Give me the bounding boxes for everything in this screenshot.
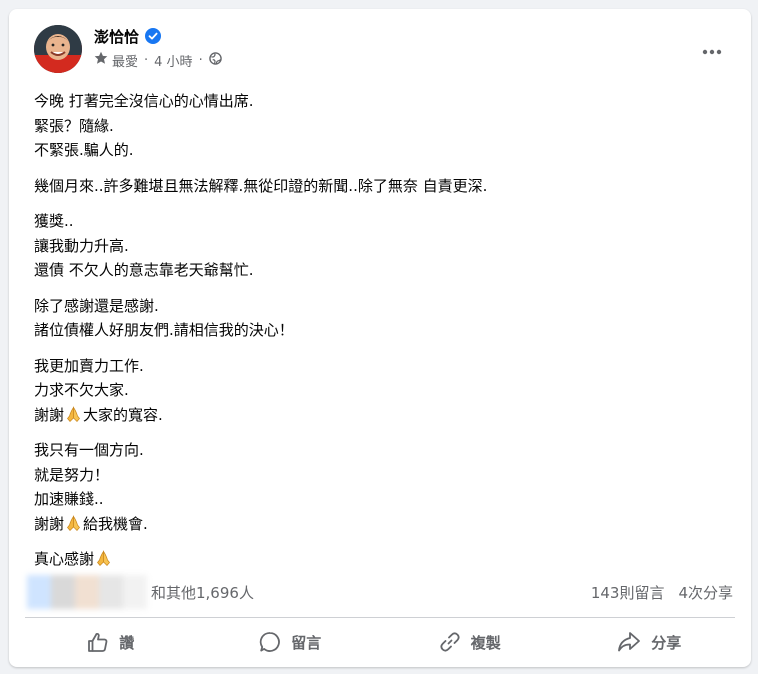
- folded-hands-emoji-icon: [65, 405, 82, 423]
- reaction-icons-blurred[interactable]: [27, 575, 147, 609]
- text-fragment: 謝謝: [34, 514, 65, 533]
- paragraph-1: 今晚 打著完全沒信心的心情出席. 緊張？隨緣. 不緊張.騙人的.: [34, 89, 731, 163]
- post-header: 澎恰恰 最愛 · 4 小時 ·: [9, 9, 751, 89]
- globe-icon[interactable]: [208, 51, 222, 69]
- like-button[interactable]: 讚: [21, 622, 201, 662]
- verified-badge-icon: [145, 28, 162, 44]
- meta-separator: ·: [144, 52, 149, 68]
- folded-hands-emoji-icon: [65, 514, 82, 532]
- folded-hands-emoji-icon: [95, 550, 112, 567]
- text-line: 加速賺錢..: [34, 490, 104, 508]
- shares-count[interactable]: 4次分享: [678, 582, 733, 603]
- more-dots-icon: [702, 40, 722, 59]
- divider: [25, 617, 735, 618]
- copy-label: 複製: [470, 633, 501, 652]
- like-label: 讚: [119, 633, 135, 652]
- engagement-stats: 和其他1,696人 143則留言 4次分享: [27, 575, 733, 609]
- author-avatar[interactable]: [34, 25, 82, 73]
- comments-count[interactable]: 143則留言: [591, 582, 665, 603]
- link-icon: [439, 631, 461, 653]
- paragraph-7: 真心感謝: [34, 547, 731, 572]
- share-arrow-icon: [617, 631, 641, 653]
- text-line: 力求不欠大家.: [34, 381, 129, 399]
- text-line: 緊張？隨緣.: [34, 116, 114, 135]
- author-name-row: 澎恰恰: [94, 25, 162, 47]
- text-line: 我只有一個方向.: [34, 441, 144, 459]
- text-line-with-emoji: 謝謝 大家的寬容.: [34, 403, 731, 428]
- text-line: 諸位債權人好朋友們.請相信我的決心！: [34, 321, 294, 339]
- post-actions: 讚 留言 複製 分享: [21, 622, 739, 662]
- paragraph-5: 我更加賣力工作. 力求不欠大家. 謝謝 大家的寬容.: [34, 354, 731, 428]
- thumbs-up-icon: [87, 631, 109, 653]
- paragraph-2: 幾個月來..許多難堪且無法解釋.無從印證的新聞..除了無奈 自責更深.: [34, 174, 731, 199]
- post-message: 今晚 打著完全沒信心的心情出席. 緊張？隨緣. 不緊張.騙人的. 幾個月來..許…: [34, 89, 731, 583]
- paragraph-3: 獲獎.. 讓我動力升高. 還債 不欠人的意志靠老天爺幫忙.: [34, 209, 731, 283]
- share-label: 分享: [651, 633, 682, 652]
- post-time[interactable]: 4 小時: [154, 51, 192, 70]
- author-name[interactable]: 澎恰恰: [94, 26, 139, 47]
- comment-label: 留言: [291, 633, 322, 652]
- audience-label[interactable]: 最愛: [112, 51, 138, 70]
- text-line-with-emoji: 真心感謝: [34, 547, 731, 572]
- text-fragment: 大家的寬容.: [83, 405, 163, 424]
- text-line-with-emoji: 謝謝 給我機會.: [34, 512, 731, 537]
- star-icon: [94, 51, 108, 69]
- paragraph-6: 我只有一個方向. 就是努力！ 加速賺錢.. 謝謝 給我機會.: [34, 438, 731, 536]
- text-fragment: 真心感謝: [34, 550, 95, 568]
- text-line: 還債 不欠人的意志靠老天爺幫忙.: [34, 261, 254, 279]
- comment-bubble-icon: [259, 631, 281, 653]
- text-line: 除了感謝還是感謝.: [34, 296, 159, 315]
- text-fragment: 給我機會.: [83, 514, 148, 533]
- text-line: 獲獎..: [34, 212, 74, 230]
- more-options-button[interactable]: [694, 31, 730, 67]
- text-line: 今晚 打著完全沒信心的心情出席.: [34, 92, 254, 110]
- post-card: 澎恰恰 最愛 · 4 小時 · 今晚 打著完全沒信心的心情出席. 緊張？隨緣. …: [9, 9, 751, 667]
- copy-button[interactable]: 複製: [380, 622, 560, 662]
- text-line: 幾個月來..許多難堪且無法解釋.無從印證的新聞..除了無奈 自責更深.: [34, 176, 488, 195]
- comment-button[interactable]: 留言: [201, 622, 381, 662]
- paragraph-4: 除了感謝還是感謝. 諸位債權人好朋友們.請相信我的決心！: [34, 294, 731, 343]
- text-line: 就是努力！: [34, 465, 110, 484]
- meta-separator-2: ·: [198, 52, 203, 68]
- text-line: 讓我動力升高.: [34, 236, 129, 255]
- reactions-count[interactable]: 和其他1,696人: [151, 582, 254, 603]
- text-fragment: 謝謝: [34, 405, 65, 424]
- share-button[interactable]: 分享: [560, 622, 740, 662]
- text-line: 我更加賣力工作.: [34, 356, 144, 375]
- text-line: 不緊張.騙人的.: [34, 141, 134, 159]
- post-meta: 最愛 · 4 小時 ·: [94, 51, 222, 70]
